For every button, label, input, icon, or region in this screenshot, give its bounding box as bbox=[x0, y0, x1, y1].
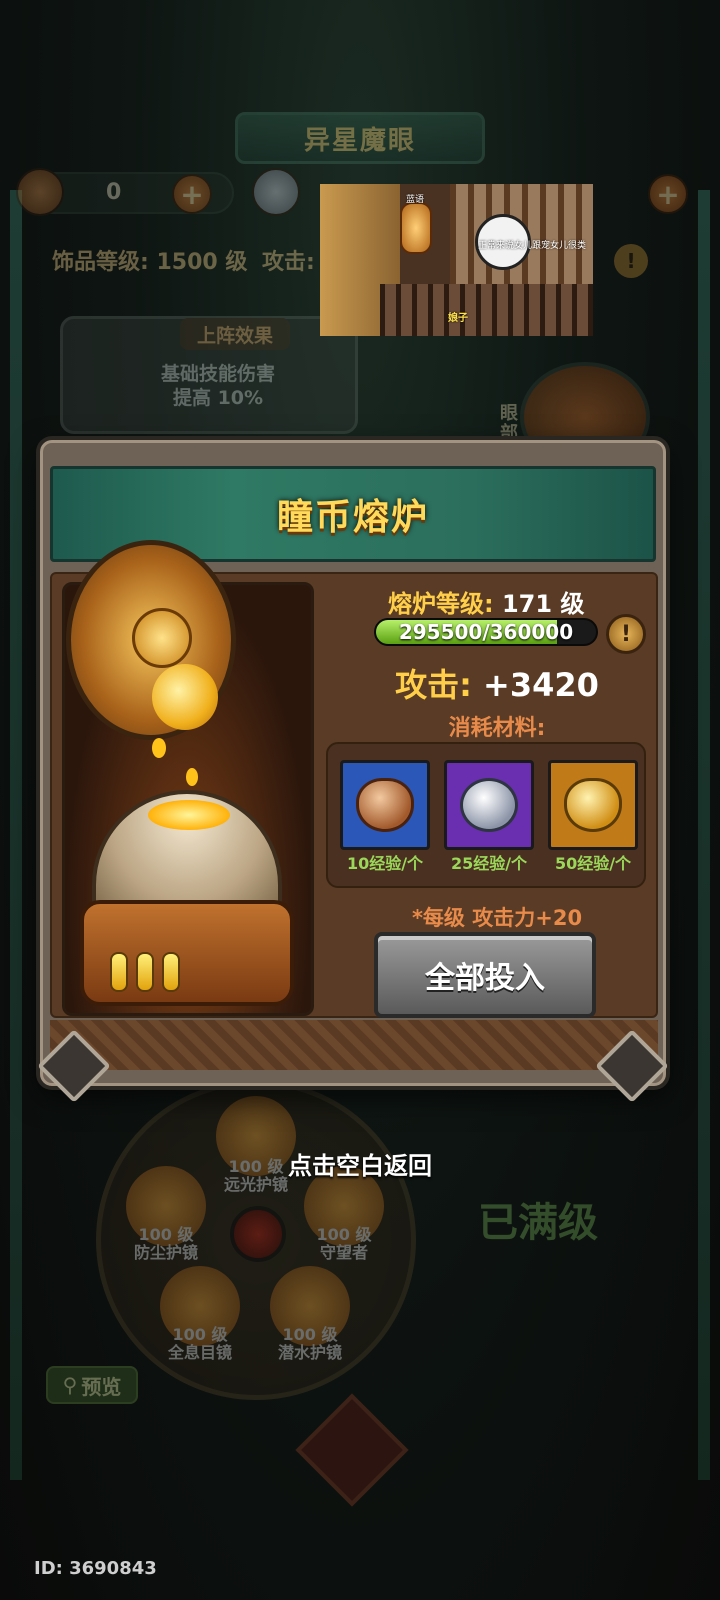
video-railing bbox=[380, 284, 593, 336]
wheel-name: 全息目镜 bbox=[167, 1343, 232, 1362]
eye-core-icon bbox=[230, 1206, 286, 1262]
lantern-icon bbox=[400, 202, 432, 254]
wheel-name: 潜水护镜 bbox=[277, 1343, 342, 1362]
accessory-level: 饰品等级: 1500 级 bbox=[52, 250, 248, 275]
fire-icon bbox=[148, 800, 230, 830]
copper-coin-material[interactable] bbox=[340, 760, 430, 850]
magnifier-icon: ⚲ bbox=[62, 1373, 78, 1397]
copper-coin-icon bbox=[356, 778, 414, 832]
furnace-level-label: 熔炉等级: bbox=[388, 590, 494, 618]
max-level-label: 已满级 bbox=[478, 1200, 598, 1246]
wheel-item-1: 100 级 防尘护镜 bbox=[106, 1226, 226, 1262]
wheel-name: 守望者 bbox=[319, 1243, 368, 1262]
eye-side-label: 眼部 bbox=[500, 403, 518, 444]
wheel-item-2: 100 级 守望者 bbox=[284, 1226, 404, 1262]
floating-video-window[interactable]: 蓝语 正常来说女儿跟宠女儿很类 娘子 bbox=[320, 184, 593, 336]
effect-line-1: 基础技能伤害 bbox=[160, 363, 275, 385]
gold-exp-label: 50经验/个 bbox=[554, 854, 632, 873]
screen-title: 异星魔眼 bbox=[235, 112, 485, 164]
add-resource-button[interactable]: + bbox=[648, 174, 688, 214]
consume-materials-label: 消耗材料: bbox=[448, 716, 546, 741]
wheel-level: 100 级 bbox=[172, 1325, 228, 1344]
gold-coin-icon bbox=[564, 778, 622, 832]
video-caption-bottom: 娘子 bbox=[448, 313, 468, 324]
silver-exp-label: 25经验/个 bbox=[450, 854, 528, 873]
gold-coin-material[interactable] bbox=[548, 760, 638, 850]
drip-icon bbox=[152, 738, 166, 758]
wheel-level: 100 级 bbox=[316, 1225, 372, 1244]
silver-coin-icon bbox=[460, 778, 518, 832]
deploy-effect-text: 基础技能伤害 提高 10% bbox=[118, 362, 318, 410]
exp-progress-text: 295500/360000 bbox=[398, 620, 574, 644]
copper-coin-icon bbox=[16, 168, 64, 216]
preview-button[interactable]: ⚲ 预览 bbox=[46, 1366, 138, 1404]
video-caption-top: 正常来说女儿跟宠女儿很类 bbox=[478, 241, 587, 251]
effect-line-2: 提高 10% bbox=[172, 387, 264, 409]
furnace-level: 熔炉等级: 171 级 bbox=[388, 584, 584, 619]
attack-bonus: 攻击: +3420 bbox=[352, 660, 642, 706]
coin-mascot-icon bbox=[132, 608, 192, 668]
copper-count: 0 bbox=[106, 180, 122, 205]
deploy-effect-title: 上阵效果 bbox=[180, 318, 290, 350]
wheel-item-3: 100 级 全息目镜 bbox=[140, 1326, 260, 1362]
add-copper-button[interactable]: + bbox=[172, 174, 212, 214]
furnace-level-value: 171 级 bbox=[501, 590, 585, 618]
user-id: ID: 3690843 bbox=[34, 1558, 157, 1579]
silver-coin-icon bbox=[252, 168, 300, 216]
silver-coin-material[interactable] bbox=[444, 760, 534, 850]
wheel-level: 100 级 bbox=[138, 1225, 194, 1244]
indicator-light bbox=[136, 952, 154, 992]
drip-icon bbox=[186, 768, 198, 786]
close-x-button[interactable] bbox=[295, 1393, 409, 1507]
attack-value: +3420 bbox=[483, 666, 599, 704]
attack-stat-label: 攻击: bbox=[262, 250, 315, 275]
wheel-item-4: 100 级 潜水护镜 bbox=[250, 1326, 370, 1362]
info-icon[interactable]: ! bbox=[614, 244, 648, 278]
video-small-label: 蓝语 bbox=[406, 195, 425, 205]
tap-blank-to-return-hint[interactable]: 点击空白返回 bbox=[0, 1146, 720, 1181]
preview-label: 预览 bbox=[81, 1374, 122, 1399]
modal-footer-pattern bbox=[50, 1020, 658, 1070]
per-level-note: *每级 攻击力+20 bbox=[411, 906, 583, 930]
exclamation-icon[interactable]: ! bbox=[606, 614, 646, 654]
indicator-light bbox=[162, 952, 180, 992]
wheel-name: 防尘护镜 bbox=[133, 1243, 198, 1262]
wheel-level: 100 级 bbox=[282, 1325, 338, 1344]
copper-exp-label: 10经验/个 bbox=[346, 854, 424, 873]
attack-label: 攻击: bbox=[395, 666, 472, 704]
modal-title: 瞳币熔炉 bbox=[276, 497, 429, 538]
molten-drop-icon bbox=[152, 664, 218, 730]
indicator-light bbox=[110, 952, 128, 992]
invest-all-button[interactable]: 全部投入 bbox=[374, 932, 596, 1018]
